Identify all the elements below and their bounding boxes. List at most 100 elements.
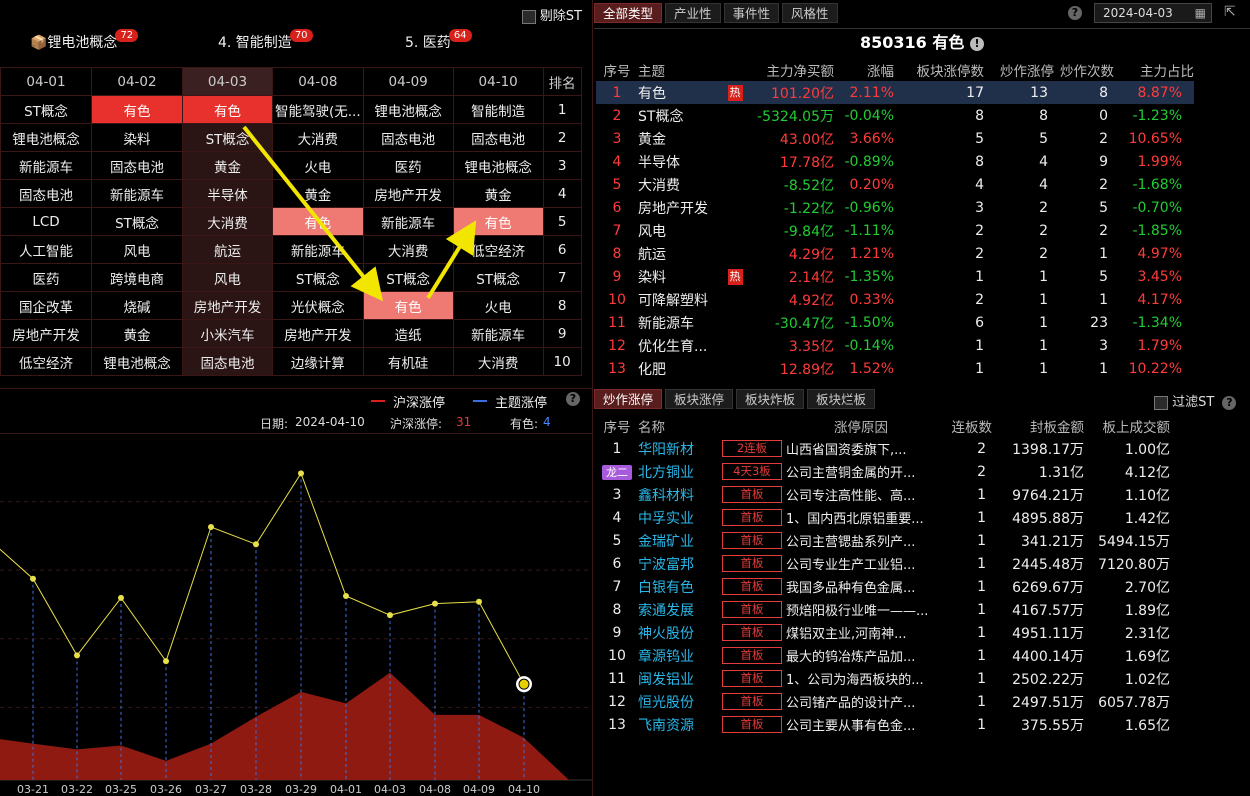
- filter-st-checkbox[interactable]: [1154, 395, 1168, 410]
- data-point[interactable]: [518, 678, 530, 690]
- data-point[interactable]: [432, 600, 438, 607]
- tab-sector-limitup[interactable]: 板块涨停: [665, 389, 734, 409]
- sector-column-header[interactable]: 炒作涨停: [984, 58, 1054, 81]
- stock-reason[interactable]: 1、公司为海西板块的...: [786, 667, 936, 690]
- tab-all-types[interactable]: 全部类型: [594, 3, 663, 23]
- tab-hype-limitup[interactable]: 炒作涨停: [594, 389, 663, 409]
- stock-row[interactable]: 龙二 北方铜业 4天3板 公司主营铜金属的开... 2 1.31亿 4.12亿: [596, 460, 1170, 483]
- stock-reason[interactable]: 山西省国资委旗下,...: [786, 437, 936, 460]
- stock-name[interactable]: 神火股份: [638, 621, 722, 644]
- stock-column-header[interactable]: 封板金额: [992, 414, 1084, 437]
- stock-name[interactable]: 飞南资源: [638, 713, 722, 736]
- stock-name[interactable]: 华阳新材: [638, 437, 722, 460]
- sector-column-header[interactable]: 序号: [596, 58, 638, 81]
- stock-column-header[interactable]: 序号: [596, 414, 638, 437]
- data-point[interactable]: [298, 470, 304, 477]
- data-point[interactable]: [253, 541, 259, 548]
- stock-column-header[interactable]: 名称: [638, 414, 722, 437]
- stock-row[interactable]: 5 金瑞矿业 首板 公司主营锶盐系列产... 1 341.21万 5494.15万: [596, 529, 1170, 552]
- sector-row[interactable]: 11 新能源车 -30.47亿 -1.50% 6 1 23 -1.34%: [596, 311, 1194, 334]
- sector-row[interactable]: 6 房地产开发 -1.22亿 -0.96% 3 2 5 -0.70%: [596, 196, 1194, 219]
- topic-tab-1[interactable]: 📦锂电池概念 72: [30, 29, 139, 52]
- stock-name[interactable]: 鑫科材料: [638, 483, 722, 506]
- stock-reason[interactable]: 我国多品种有色金属...: [786, 575, 936, 598]
- stock-reason[interactable]: 1、国内西北原铝重要...: [786, 506, 936, 529]
- remove-st-checkbox[interactable]: [521, 9, 536, 24]
- data-point[interactable]: [74, 652, 80, 659]
- tab-industry[interactable]: 产业性: [665, 3, 721, 23]
- data-point[interactable]: [343, 593, 349, 599]
- remove-st-toggle[interactable]: 剔除ST: [521, 5, 582, 24]
- stock-name[interactable]: 索通发展: [638, 598, 722, 621]
- date-picker[interactable]: 2024-04-03 ▦: [1094, 3, 1212, 23]
- tab-sector-weak[interactable]: 板块烂板: [807, 389, 876, 409]
- stock-row[interactable]: 6 宁波富邦 首板 公司专业生产工业铝... 1 2445.48万 7120.80万: [596, 552, 1170, 575]
- stock-reason[interactable]: 公司锗产品的设计产...: [786, 690, 936, 713]
- data-point[interactable]: [476, 598, 482, 605]
- tab-sector-broken[interactable]: 板块炸板: [736, 389, 805, 409]
- sector-row[interactable]: 13 化肥 12.89亿 1.52% 1 1 1 10.22%: [596, 357, 1194, 380]
- tab-style[interactable]: 风格性: [782, 3, 838, 23]
- sector-column-header[interactable]: [720, 58, 750, 81]
- stock-row[interactable]: 8 索通发展 首板 预焙阳极行业唯一——... 1 4167.57万 1.89亿: [596, 598, 1170, 621]
- data-point[interactable]: [208, 524, 214, 530]
- sector-row[interactable]: 2 ST概念 -5324.05万 -0.04% 8 8 0 -1.23%: [596, 104, 1194, 127]
- stock-reason[interactable]: 公司主营锶盐系列产...: [786, 529, 936, 552]
- data-point[interactable]: [118, 594, 124, 601]
- sector-column-header[interactable]: 板块涨停数: [894, 58, 985, 81]
- stock-name[interactable]: 白银有色: [638, 575, 722, 598]
- sector-row[interactable]: 7 风电 -9.84亿 -1.11% 2 2 2 -1.85%: [596, 219, 1194, 242]
- sector-row[interactable]: 3 黄金 43.00亿 3.66% 5 5 2 10.65%: [596, 127, 1194, 150]
- stock-reason[interactable]: 公司专注高性能、高...: [786, 483, 936, 506]
- help-icon[interactable]: ?: [566, 392, 580, 406]
- stock-name[interactable]: 章源钨业: [638, 644, 722, 667]
- sector-column-header[interactable]: 涨幅: [834, 58, 894, 81]
- data-point[interactable]: [163, 658, 169, 665]
- filter-st-toggle[interactable]: 过滤ST ?: [1154, 391, 1237, 410]
- sector-row[interactable]: 9 染料 热 2.14亿 -1.35% 1 1 5 3.45%: [596, 265, 1194, 288]
- stock-column-header[interactable]: [722, 414, 786, 437]
- stock-row[interactable]: 12 恒光股份 首板 公司锗产品的设计产... 1 2497.51万 6057.78万: [596, 690, 1170, 713]
- stock-row[interactable]: 11 闽发铝业 首板 1、公司为海西板块的... 1 2502.22万 1.02亿: [596, 667, 1170, 690]
- stock-row[interactable]: 4 中孚实业 首板 1、国内西北原铝重要... 1 4895.88万 1.42亿: [596, 506, 1170, 529]
- stock-column-header[interactable]: 涨停原因: [786, 414, 936, 437]
- sector-column-header[interactable]: 炒作次数: [1054, 58, 1114, 81]
- sector-row[interactable]: 10 可降解塑料 4.92亿 0.33% 2 1 1 4.17%: [596, 288, 1194, 311]
- export-icon[interactable]: ⇱: [1224, 4, 1236, 20]
- info-icon[interactable]: !: [969, 36, 984, 51]
- stock-name[interactable]: 闽发铝业: [638, 667, 722, 690]
- stock-reason[interactable]: 煤铝双主业,河南神...: [786, 621, 936, 644]
- data-point[interactable]: [387, 612, 393, 619]
- tab-event[interactable]: 事件性: [723, 3, 780, 23]
- sector-row[interactable]: 1 有色热 101.20亿 2.11% 17 13 8 8.87%: [596, 81, 1194, 104]
- stock-reason[interactable]: 公司主营铜金属的开...: [786, 460, 936, 483]
- stock-row[interactable]: 7 白银有色 首板 我国多品种有色金属... 1 6269.67万 2.70亿: [596, 575, 1170, 598]
- stock-reason[interactable]: 公司主要从事有色金...: [786, 713, 936, 736]
- stock-name[interactable]: 宁波富邦: [638, 552, 722, 575]
- sector-row[interactable]: 8 航运 4.29亿 1.21% 2 2 1 4.97%: [596, 242, 1194, 265]
- topic-tab-3[interactable]: 5. 医药 64: [405, 29, 472, 52]
- stock-row[interactable]: 9 神火股份 首板 煤铝双主业,河南神... 1 4951.11万 2.31亿: [596, 621, 1170, 644]
- sector-column-header[interactable]: 主力占比: [1114, 58, 1194, 81]
- stock-row[interactable]: 13 飞南资源 首板 公司主要从事有色金... 1 375.55万 1.65亿: [596, 713, 1170, 736]
- stock-row[interactable]: 3 鑫科材料 首板 公司专注高性能、高... 1 9764.21万 1.10亿: [596, 483, 1170, 506]
- stock-row[interactable]: 1 华阳新材 2连板 山西省国资委旗下,... 2 1398.17万 1.00亿: [596, 437, 1170, 460]
- stock-reason[interactable]: 预焙阳极行业唯一——...: [786, 598, 936, 621]
- stock-row[interactable]: 10 章源钨业 首板 最大的钨冶炼产品加... 1 4400.14万 1.69亿: [596, 644, 1170, 667]
- stock-name[interactable]: 金瑞矿业: [638, 529, 722, 552]
- sector-column-header[interactable]: 主力净买额: [750, 58, 835, 81]
- sector-row[interactable]: 12 优化生育... 3.35亿 -0.14% 1 1 3 1.79%: [596, 334, 1194, 357]
- help-icon[interactable]: ?: [1222, 396, 1237, 410]
- topic-tab-2[interactable]: 4. 智能制造 70: [218, 29, 313, 52]
- stock-reason[interactable]: 最大的钨冶炼产品加...: [786, 644, 936, 667]
- stock-name[interactable]: 恒光股份: [638, 690, 722, 713]
- sector-row[interactable]: 4 半导体 17.78亿 -0.89% 8 4 9 1.99%: [596, 150, 1194, 173]
- sector-column-header[interactable]: 主题: [638, 58, 720, 81]
- sector-row[interactable]: 5 大消费 -8.52亿 0.20% 4 4 2 -1.68%: [596, 173, 1194, 196]
- stock-name[interactable]: 中孚实业: [638, 506, 722, 529]
- help-icon[interactable]: ?: [1068, 6, 1082, 20]
- stock-name[interactable]: 北方铜业: [638, 460, 722, 483]
- stock-reason[interactable]: 公司专业生产工业铝...: [786, 552, 936, 575]
- calendar-icon[interactable]: ▦: [1195, 4, 1206, 22]
- stock-column-header[interactable]: 连板数: [936, 414, 993, 437]
